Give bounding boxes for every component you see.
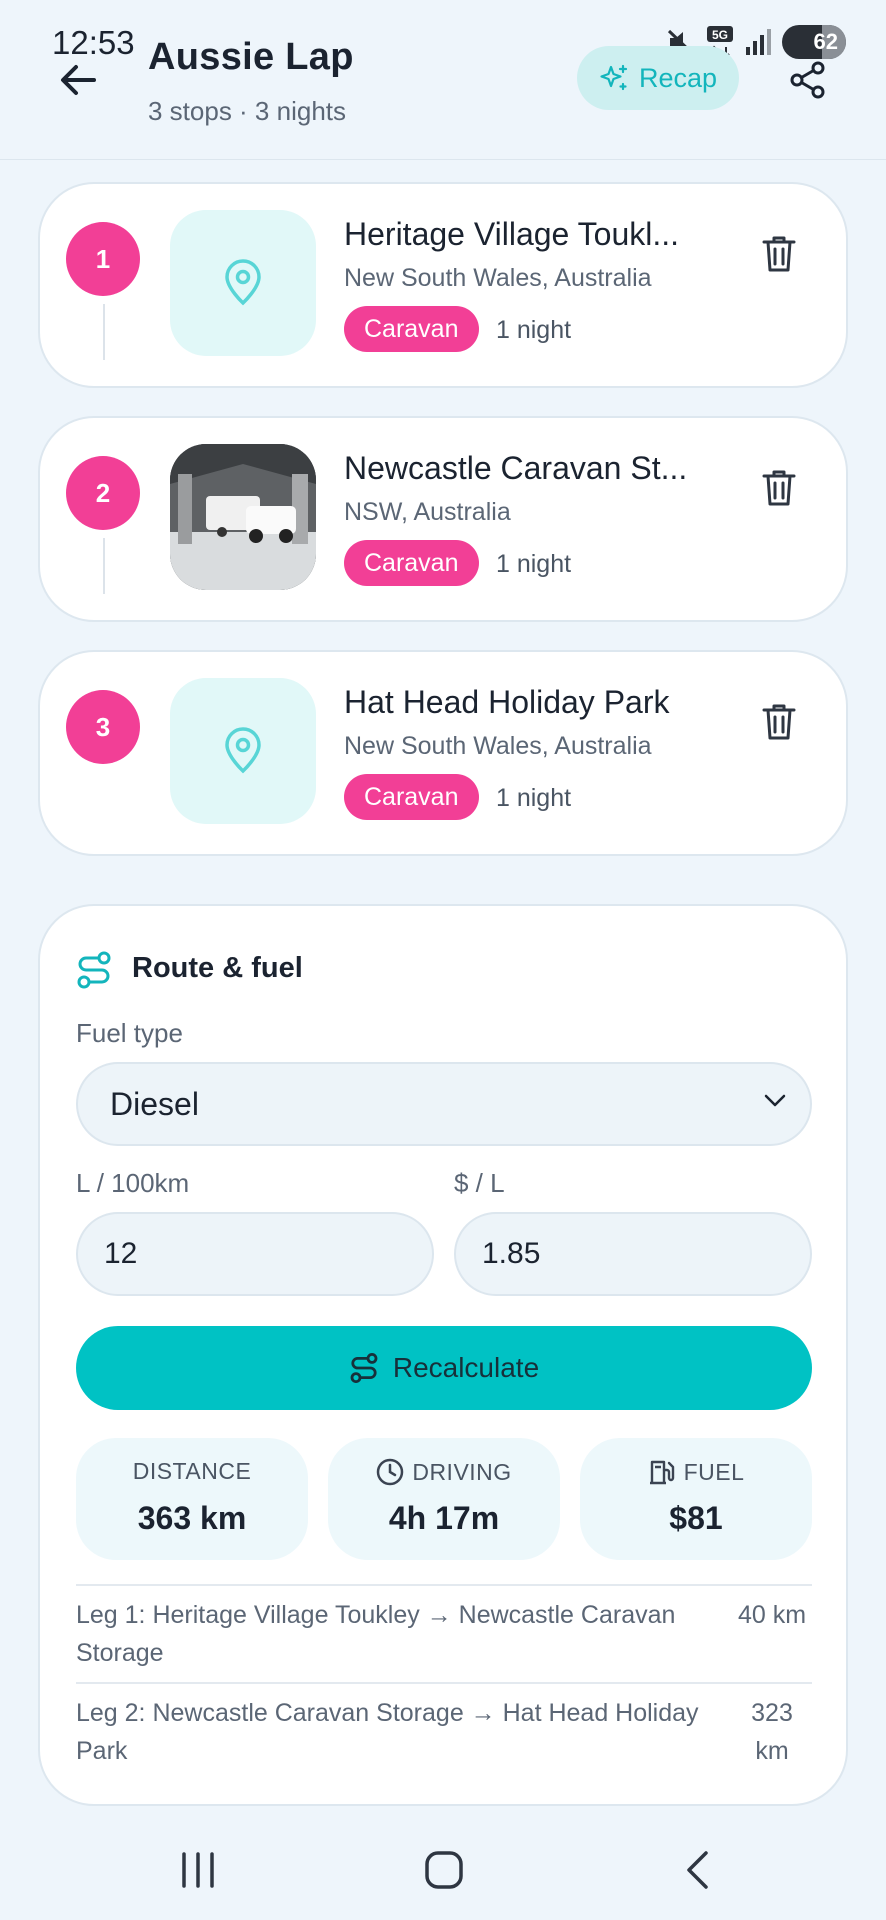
- stop-nights: 1 night: [496, 316, 572, 344]
- fuel-pump-icon: [649, 1460, 674, 1485]
- leg-description: Leg 2: Newcastle Caravan Storage → Hat H…: [76, 1699, 699, 1765]
- distance-label: DISTANCE: [132, 1458, 252, 1484]
- caravan-photo-image: [170, 444, 316, 590]
- stop-name: Heritage Village Toukl...: [344, 216, 680, 252]
- route-icon: [77, 951, 111, 989]
- stop-region: New South Wales, Australia: [344, 264, 652, 292]
- back-nav-icon[interactable]: [678, 1850, 718, 1890]
- trip-summary: 3 stops · 3 nights: [148, 96, 346, 126]
- fuel-stat: FUEL $81: [580, 1438, 812, 1560]
- fuel-type-value: Diesel: [110, 1085, 199, 1122]
- back-arrow-icon[interactable]: [56, 58, 100, 102]
- leg-row: Leg 2: Newcastle Caravan Storage → Hat H…: [76, 1682, 812, 1780]
- driving-value: 4h 17m: [388, 1500, 500, 1536]
- fuel-cost-value: $81: [669, 1500, 723, 1536]
- map-pin-icon: [225, 259, 261, 306]
- stay-type-badge: Caravan: [344, 540, 479, 586]
- recap-label: Recap: [638, 62, 718, 93]
- stop-number: 1: [66, 222, 140, 296]
- recent-apps-icon[interactable]: [178, 1850, 218, 1890]
- consumption-label: L / 100km: [76, 1168, 190, 1198]
- stop-thumbnail-placeholder: [170, 210, 316, 356]
- trash-icon[interactable]: [762, 468, 796, 508]
- route-fuel-card: Route & fuel Fuel type Diesel L / 100km …: [38, 904, 848, 1806]
- leg-row: Leg 1: Heritage Village Toukley → Newcas…: [76, 1584, 812, 1682]
- stop-name: Hat Head Holiday Park: [344, 684, 670, 720]
- driving-label: DRIVING: [412, 1458, 512, 1485]
- sparkles-icon: [600, 64, 628, 91]
- fuel-type-label: Fuel type: [76, 1018, 183, 1048]
- fuel-type-select[interactable]: Diesel: [76, 1062, 812, 1146]
- stop-region: New South Wales, Australia: [344, 732, 652, 760]
- stop-nights: 1 night: [496, 784, 572, 812]
- driving-stat: DRIVING 4h 17m: [328, 1438, 560, 1560]
- home-icon[interactable]: [424, 1850, 464, 1890]
- leg-distance: 323 km: [751, 1699, 793, 1765]
- trash-icon[interactable]: [762, 702, 796, 742]
- stop-photo: [170, 444, 316, 590]
- clock-icon: [377, 1458, 404, 1486]
- stop-nights: 1 night: [496, 550, 572, 578]
- recalculate-button[interactable]: Recalculate: [76, 1326, 812, 1410]
- trash-icon[interactable]: [762, 234, 796, 274]
- system-nav-bar: [0, 1820, 886, 1920]
- fuel-label: FUEL: [683, 1458, 745, 1485]
- stop-region: NSW, Australia: [344, 498, 511, 526]
- stop-card-1[interactable]: 1 Heritage Village Toukl... New South Wa…: [38, 182, 848, 388]
- map-pin-icon: [225, 727, 261, 774]
- share-icon[interactable]: [788, 60, 828, 100]
- recap-button[interactable]: Recap: [577, 46, 739, 110]
- route-icon: [350, 1353, 378, 1383]
- stop-thumbnail-placeholder: [170, 678, 316, 824]
- stop-card-2[interactable]: 2 Newcastle Caravan St... NSW, Australia…: [38, 416, 848, 622]
- stop-connector: [103, 304, 105, 360]
- stay-type-badge: Caravan: [344, 774, 479, 820]
- stop-name: Newcastle Caravan St...: [344, 450, 688, 486]
- distance-value: 363 km: [137, 1500, 247, 1536]
- leg-distance: 40 km: [737, 1601, 807, 1629]
- stay-type-badge: Caravan: [344, 306, 479, 352]
- stop-number: 3: [66, 690, 140, 764]
- consumption-input[interactable]: 12: [76, 1212, 434, 1296]
- header: Aussie Lap 3 stops · 3 nights Recap: [0, 0, 886, 160]
- chevron-down-icon: [764, 1094, 786, 1107]
- route-section-title: Route & fuel: [132, 952, 303, 984]
- stop-connector: [103, 538, 105, 594]
- recalculate-label: Recalculate: [392, 1352, 540, 1383]
- price-input[interactable]: 1.85: [454, 1212, 812, 1296]
- page-title: Aussie Lap: [148, 36, 354, 78]
- stop-number: 2: [66, 456, 140, 530]
- distance-stat: DISTANCE 363 km: [76, 1438, 308, 1560]
- price-label: $ / L: [454, 1168, 505, 1198]
- stop-card-3[interactable]: 3 Hat Head Holiday Park New South Wales,…: [38, 650, 848, 856]
- leg-description: Leg 1: Heritage Village Toukley → Newcas…: [76, 1601, 676, 1667]
